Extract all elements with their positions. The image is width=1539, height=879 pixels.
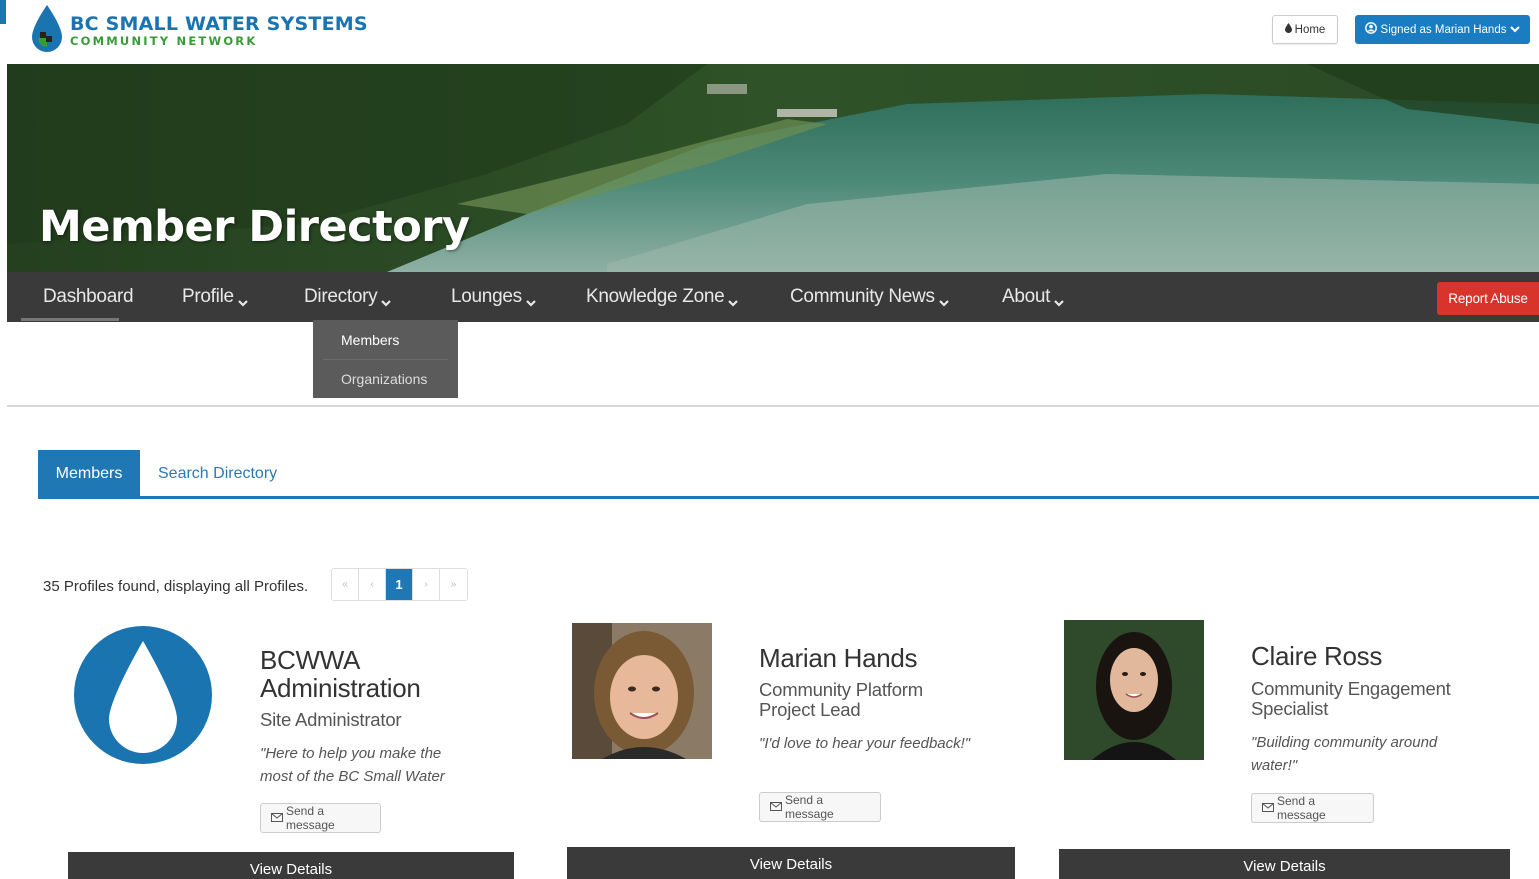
role-line: Community Engagement <box>1251 678 1451 699</box>
member-name[interactable]: Marian Hands <box>759 644 918 672</box>
main-nav: Dashboard Profile Directory Lounges Know… <box>7 272 1539 322</box>
nav-about[interactable]: About <box>1002 272 1064 322</box>
member-role: Community Engagement Specialist <box>1251 679 1451 719</box>
send-message-label: Send a message <box>286 804 335 832</box>
role-line: Project Lead <box>759 699 861 720</box>
member-name[interactable]: BCWWA Administration <box>260 646 421 702</box>
nav-label: About <box>1002 286 1051 307</box>
nav-label: Community News <box>790 286 935 307</box>
nav-active-indicator <box>21 318 119 321</box>
member-name-line: BCWWA <box>260 645 361 675</box>
nav-label: Profile <box>182 286 234 307</box>
nav-dashboard[interactable]: Dashboard <box>43 272 134 322</box>
first-page-icon[interactable]: « <box>332 569 359 600</box>
quote-line: water!" <box>1251 757 1298 774</box>
logo-subtitle: COMMUNITY NETWORK <box>70 33 258 48</box>
view-details-button[interactable]: View Details <box>68 852 514 879</box>
signed-in-label: Signed as Marian Hands <box>1380 23 1507 36</box>
results-count: 35 Profiles found, displaying all Profil… <box>43 578 309 595</box>
avatar[interactable] <box>1064 620 1204 760</box>
view-details-button[interactable]: View Details <box>567 847 1015 879</box>
nav-label: Lounges <box>451 286 522 307</box>
user-menu-button[interactable]: Signed as Marian Hands <box>1355 15 1530 44</box>
directory-dropdown-menu: Members Organizations <box>313 320 458 398</box>
water-drop-icon <box>1284 23 1292 36</box>
pagination: « ‹ 1 › » <box>331 568 468 601</box>
nav-profile[interactable]: Profile <box>182 272 248 322</box>
member-quote: "Here to help you make the most of the B… <box>260 742 445 788</box>
member-name[interactable]: Claire Ross <box>1251 642 1382 670</box>
logo-title: BC SMALL WATER SYSTEMS <box>70 12 368 35</box>
tab-members[interactable]: Members <box>38 450 140 498</box>
prev-page-icon[interactable]: ‹ <box>359 569 386 600</box>
envelope-icon <box>770 800 782 814</box>
home-label: Home <box>1294 23 1326 36</box>
chevron-down-icon <box>728 292 739 307</box>
member-role: Community Platform Project Lead <box>759 680 923 720</box>
nav-label: Knowledge Zone <box>586 286 725 307</box>
send-message-button[interactable]: Send a message <box>260 803 381 833</box>
section-divider <box>7 405 1539 407</box>
page-title: Member Directory <box>39 202 470 252</box>
dropdown-item-organizations[interactable]: Organizations <box>323 359 448 398</box>
water-drop-logo-icon <box>28 4 66 56</box>
report-abuse-button[interactable]: Report Abuse <box>1437 282 1539 315</box>
role-line: Community Platform <box>759 679 923 700</box>
quote-line: "Here to help you make the <box>260 745 442 762</box>
nav-label: Directory <box>304 286 378 307</box>
site-logo[interactable]: BC SMALL WATER SYSTEMS COMMUNITY NETWORK <box>28 4 368 56</box>
send-message-label: Send a message <box>785 793 834 821</box>
tab-underline <box>38 496 1539 499</box>
member-quote: "I'd love to hear your feedback!" <box>759 735 971 752</box>
nav-label: Dashboard <box>43 286 134 307</box>
dropdown-item-members[interactable]: Members <box>313 320 458 359</box>
corner-accent <box>0 0 6 24</box>
chevron-down-icon <box>381 292 392 307</box>
member-role: Site Administrator <box>260 709 402 730</box>
avatar[interactable] <box>572 623 712 759</box>
member-quote: "Building community around water!" <box>1251 731 1437 777</box>
send-message-button[interactable]: Send a message <box>759 792 881 822</box>
nav-lounges[interactable]: Lounges <box>451 272 536 322</box>
envelope-icon <box>271 811 283 825</box>
chevron-down-icon <box>1054 292 1064 307</box>
chevron-down-icon <box>526 292 536 307</box>
last-page-icon[interactable]: » <box>440 569 467 600</box>
avatar[interactable] <box>73 625 213 765</box>
page-number[interactable]: 1 <box>386 569 413 600</box>
quote-line: most of the BC Small Water <box>260 768 445 785</box>
nav-knowledge-zone[interactable]: Knowledge Zone <box>586 272 739 322</box>
home-button[interactable]: Home <box>1272 15 1338 44</box>
tab-search-directory[interactable]: Search Directory <box>158 450 277 498</box>
send-message-button[interactable]: Send a message <box>1251 793 1374 823</box>
hero-banner: Member Directory <box>7 64 1539 272</box>
view-details-button[interactable]: View Details <box>1059 849 1510 879</box>
envelope-icon <box>1262 801 1274 815</box>
user-circle-icon <box>1364 22 1377 37</box>
role-line: Specialist <box>1251 698 1329 719</box>
nav-community-news[interactable]: Community News <box>790 272 949 322</box>
next-page-icon[interactable]: › <box>413 569 440 600</box>
member-name-line: Administration <box>260 673 421 703</box>
chevron-down-icon <box>938 292 949 307</box>
quote-line: "Building community around <box>1251 734 1438 751</box>
nav-directory[interactable]: Directory <box>304 272 392 322</box>
send-message-label: Send a message <box>1277 794 1326 822</box>
chevron-down-icon <box>1510 24 1521 36</box>
chevron-down-icon <box>237 292 248 307</box>
